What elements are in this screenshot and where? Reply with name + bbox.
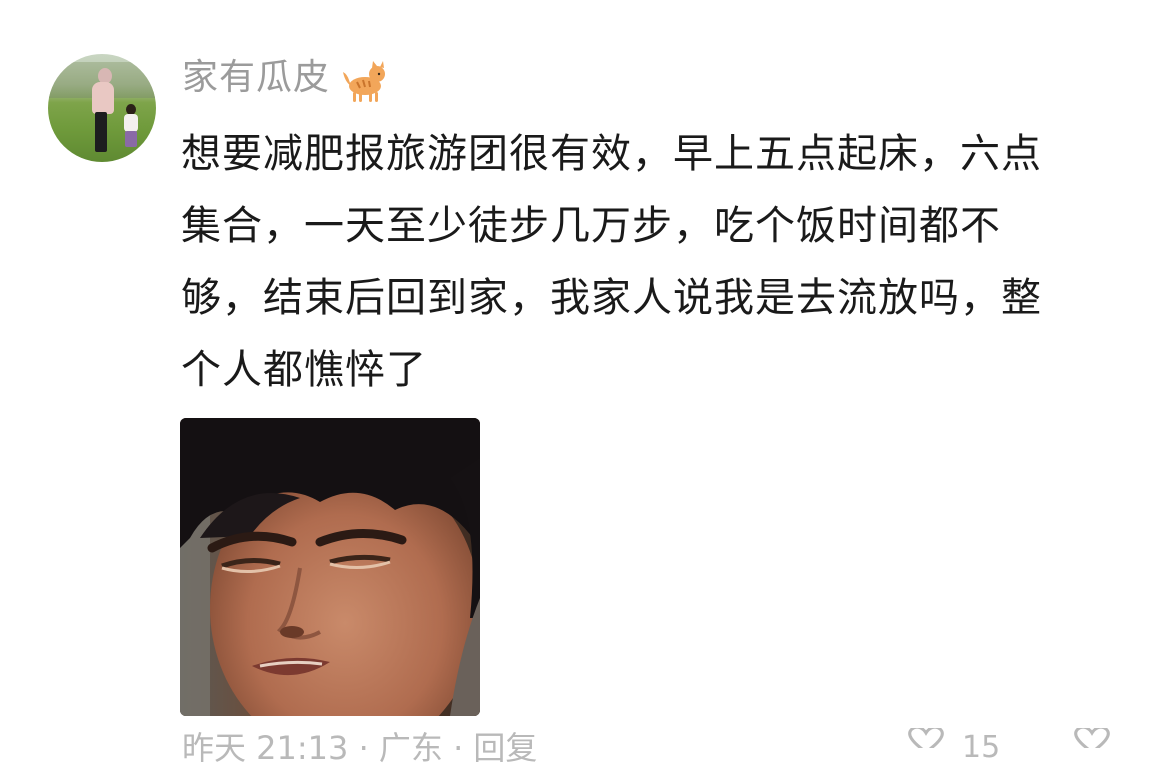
avatar[interactable]: [48, 54, 156, 162]
tired-face-photo: [180, 418, 480, 716]
heart-icon[interactable]: [1068, 728, 1116, 748]
comment-image[interactable]: [180, 418, 480, 716]
comment-text-line: 个人都憔悴了: [181, 347, 427, 393]
avatar-figure-adult-body: [92, 82, 114, 114]
avatar-figure-child-legs: [125, 131, 137, 147]
heart-icon[interactable]: [902, 728, 950, 748]
comment-text: 想要减肥报旅游团很有效，早上五点起床，六点 集合，一天至少徒步几万步，吃个饭时间…: [181, 118, 1111, 406]
username[interactable]: 家有瓜皮: [182, 54, 330, 102]
comment-text-line: 够，结束后回到家，我家人说我是去流放吗，整: [181, 275, 1042, 321]
comment-text-line: 想要减肥报旅游团很有效，早上五点起床，六点: [181, 131, 1042, 177]
avatar-figure-adult-legs: [95, 112, 107, 152]
comment-text-line: 集合，一天至少徒步几万步，吃个饭时间都不: [181, 203, 1001, 249]
comment-item: 家有瓜皮 想要减肥报旅游团很有效，早上五点起床，六点 集合，一天至少徒步几万步，…: [0, 0, 1169, 767]
cat-emoji-icon: [343, 61, 385, 102]
comment-meta: 昨天 21:13 · 广东 · 回复: [182, 729, 538, 767]
like-count: 15: [962, 730, 1001, 765]
avatar-figure-child-body: [124, 114, 138, 132]
